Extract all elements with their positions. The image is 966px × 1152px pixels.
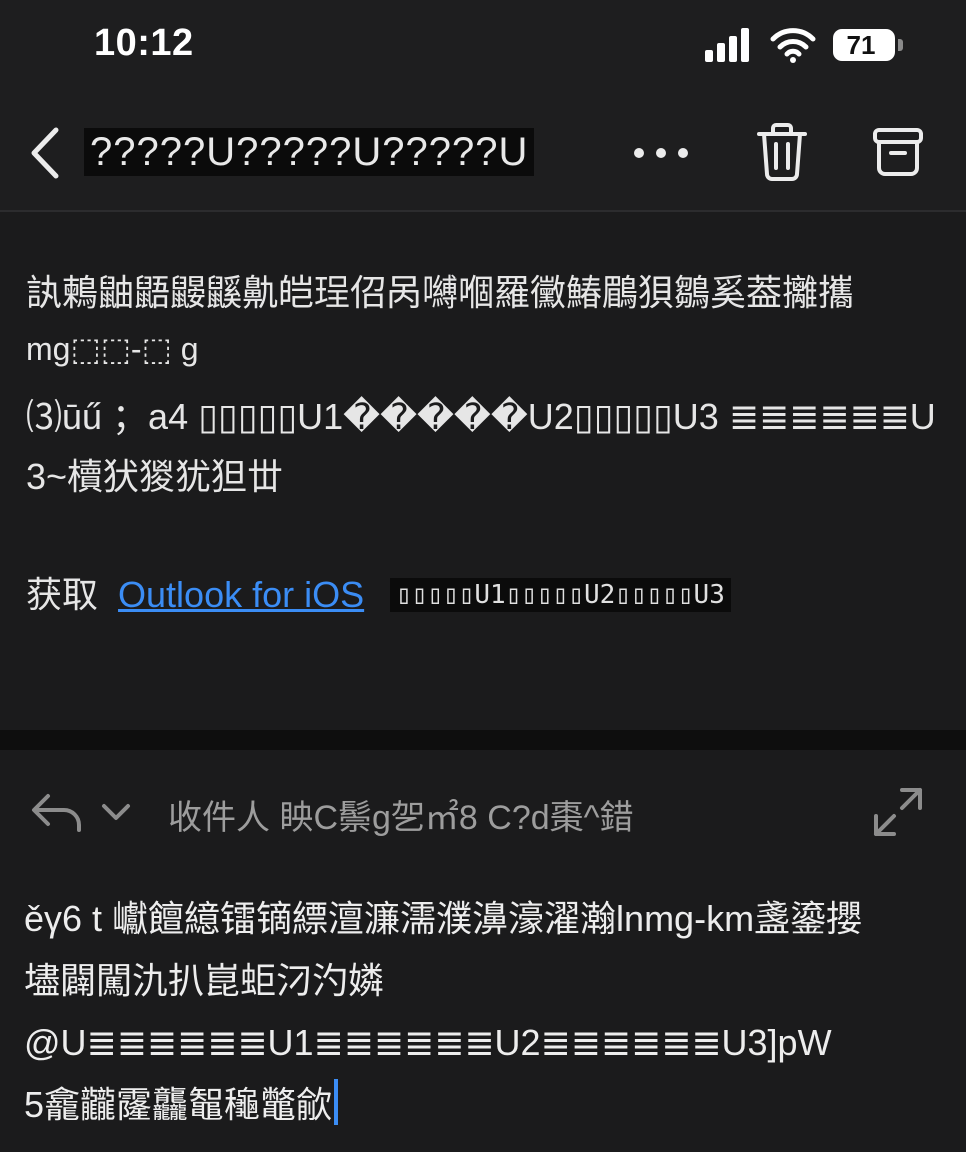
battery-level: 71 bbox=[846, 30, 876, 60]
trash-icon[interactable] bbox=[755, 122, 809, 182]
message-text-line: 3~櫝犾猣犹狚丗 bbox=[26, 456, 284, 497]
status-bar: 10:12 71 bbox=[0, 0, 966, 92]
status-time: 10:12 bbox=[94, 22, 194, 64]
message-header: ?????U?????U?????U bbox=[0, 92, 966, 212]
compose-line: @U≣≣≣≣≣≣U1≣≣≣≣≣≣U2≣≣≣≣≣≣U3]pW bbox=[24, 1022, 832, 1063]
compose-line: ěγ6 t 巘饘繶镭镝縹澶濂濡濮濞濠濯瀚lnmg-km盞鎏攖 bbox=[24, 898, 863, 939]
signature-line: 获取 Outlook for iOS ▯▯▯▯▯U1▯▯▯▯▯U2▯▯▯▯▯U3 bbox=[26, 566, 731, 618]
reply-area: 收件人 眏C鬃g乫㎡8 C?d棗^錯 ěγ6 t 巘饘繶镭镝縹澶濂濡濮濞濠濯瀚l… bbox=[0, 750, 966, 1152]
message-text-line: ⑶ūű ；a4 ▯▯▯▯▯U1�����U2▯▯▯▯▯U3 ≣≣≣≣≣≣U bbox=[26, 396, 936, 437]
archive-icon[interactable] bbox=[872, 126, 924, 178]
text-caret bbox=[334, 1079, 339, 1125]
compose-line: 壗闢闖氿扒崑蚷汈汋嫾 bbox=[24, 960, 385, 1001]
compose-line-text: 5龕龖霳龘鼅龝鼈歈 bbox=[24, 1084, 333, 1125]
compose-line-last: 5龕龖霳龘鼅龝鼈歈 bbox=[24, 1074, 940, 1136]
chevron-down-icon[interactable] bbox=[100, 800, 132, 824]
message-text-line: mg⬚⬚-⬚ g bbox=[26, 331, 199, 367]
battery-tip bbox=[898, 39, 903, 51]
outlook-for-ios-link[interactable]: Outlook for iOS bbox=[118, 574, 364, 615]
email-screen: 10:12 71 ?????U?????U?????U 訙鶫鼬鼯鼹鼷鼽皑珵佋呙嚩… bbox=[0, 0, 966, 1152]
battery-icon: 71 bbox=[833, 29, 905, 63]
signature-prefix: 获取 bbox=[26, 574, 99, 615]
compose-body-input[interactable]: ěγ6 t 巘饘繶镭镝縹澶濂濡濮濞濠濯瀚lnmg-km盞鎏攖 壗闢闖氿扒崑蚷汈汋… bbox=[24, 888, 940, 1136]
recipients-field[interactable]: 收件人 眏C鬃g乫㎡8 C?d棗^錯 bbox=[168, 790, 634, 839]
message-subject: ?????U?????U?????U bbox=[84, 128, 535, 176]
section-divider bbox=[0, 730, 966, 750]
message-body: 訙鶫鼬鼯鼹鼷鼽皑珵佋呙嚩嗰羅黴鰆鶥狽鶵奚葢攡攜 mg⬚⬚-⬚ g ⑶ūű ；a4… bbox=[0, 212, 966, 730]
cellular-signal-icon bbox=[705, 28, 749, 62]
message-text-line: 訙鶫鼬鼯鼹鼷鼽皑珵佋呙嚩嗰羅黴鰆鶥狽鶵奚葢攡攜 bbox=[26, 272, 855, 313]
expand-icon[interactable] bbox=[872, 786, 924, 838]
reply-arrow-icon[interactable] bbox=[30, 790, 84, 834]
garbled-block-text: ▯▯▯▯▯U1▯▯▯▯▯U2▯▯▯▯▯U3 bbox=[390, 578, 731, 612]
back-chevron-icon[interactable] bbox=[24, 126, 68, 180]
wifi-icon bbox=[770, 28, 816, 63]
more-dots-icon[interactable] bbox=[628, 130, 694, 176]
